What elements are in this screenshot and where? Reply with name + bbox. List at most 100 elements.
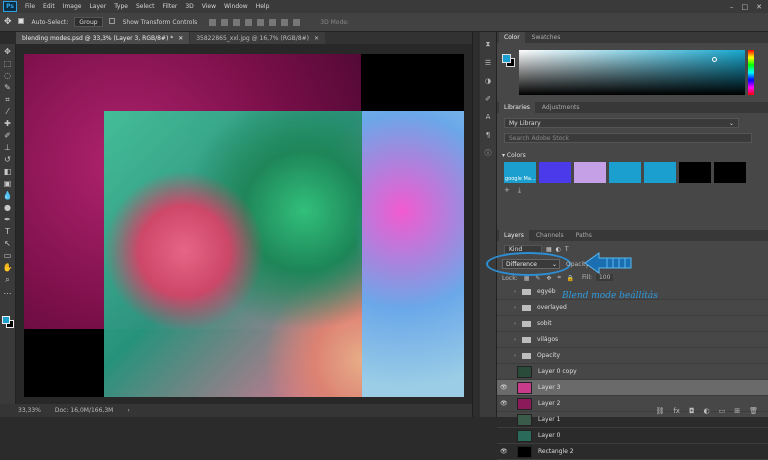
align-left-icon[interactable] <box>245 18 253 26</box>
zoom-tool-icon[interactable]: ⌕ <box>2 274 13 285</box>
character-icon[interactable]: A <box>484 112 493 121</box>
lock-position-icon[interactable]: ✥ <box>546 275 551 282</box>
foreground-color-swatch[interactable] <box>2 316 10 324</box>
library-dropdown[interactable]: My Library ⌄ <box>504 118 739 128</box>
align-bottom-icon[interactable] <box>233 18 241 26</box>
library-swatch[interactable] <box>679 162 711 183</box>
fx-icon[interactable]: fx <box>673 407 680 417</box>
tab-layers[interactable]: Layers <box>499 230 529 241</box>
marquee-tool-icon[interactable]: ⬚ <box>2 58 13 69</box>
eye-icon[interactable]: 👁 <box>500 448 508 455</box>
new-group-icon[interactable]: ▭ <box>719 407 726 417</box>
stamp-tool-icon[interactable]: ⊥ <box>2 142 13 153</box>
filter-pixel-icon[interactable]: ▦ <box>546 246 552 253</box>
hand-tool-icon[interactable]: ✋ <box>2 262 13 273</box>
type-tool-icon[interactable]: T <box>2 226 13 237</box>
layer-row[interactable]: Layer 0 <box>497 428 768 444</box>
blur-tool-icon[interactable]: 💧 <box>2 190 13 201</box>
new-layer-icon[interactable]: ⊞ <box>734 407 740 417</box>
path-select-icon[interactable]: ↖ <box>2 238 13 249</box>
expand-arrow-icon[interactable]: › <box>514 321 522 327</box>
layer-row[interactable]: Layer 0 copy <box>497 364 768 380</box>
quick-select-tool-icon[interactable]: ✎ <box>2 82 13 93</box>
distribute-h-icon[interactable] <box>293 18 301 26</box>
history-brush-icon[interactable]: ↺ <box>2 154 13 165</box>
tab-color[interactable]: Color <box>499 32 525 43</box>
eye-icon[interactable]: 👁 <box>500 384 508 391</box>
close-icon[interactable]: ✕ <box>756 3 762 11</box>
align-right-icon[interactable] <box>269 18 277 26</box>
eye-icon[interactable]: 👁 <box>500 400 508 407</box>
info-icon[interactable]: ⓘ <box>484 148 493 157</box>
menu-select[interactable]: Select <box>132 3 159 10</box>
layer-group-row[interactable]: › Opacity <box>497 348 768 364</box>
transform-controls-checkbox[interactable] <box>108 18 117 26</box>
expand-arrow-icon[interactable]: › <box>514 289 522 295</box>
mask-icon[interactable]: ◘ <box>689 407 695 417</box>
menu-image[interactable]: Image <box>59 3 86 10</box>
layer-group-row[interactable]: › sobit <box>497 316 768 332</box>
auto-select-checkbox[interactable] <box>17 18 26 26</box>
maximize-icon[interactable]: □ <box>742 3 749 11</box>
minimize-icon[interactable]: – <box>730 3 734 11</box>
distribute-icon[interactable] <box>281 18 289 26</box>
library-swatch[interactable] <box>714 162 746 183</box>
foreground-color-swatch[interactable] <box>502 54 511 63</box>
color-picker-cursor[interactable] <box>712 57 717 62</box>
library-swatch[interactable] <box>644 162 676 183</box>
add-content-icon[interactable]: + <box>504 186 510 195</box>
zoom-level[interactable]: 33,33% <box>18 407 41 414</box>
filter-adjust-icon[interactable]: ◐ <box>556 246 561 253</box>
menu-file[interactable]: File <box>21 3 39 10</box>
document-canvas[interactable] <box>24 54 464 397</box>
library-swatch[interactable] <box>609 162 641 183</box>
drag-add-icon[interactable]: ⤓ <box>518 186 521 195</box>
tab-paths[interactable]: Paths <box>571 230 597 241</box>
align-middle-icon[interactable] <box>221 18 229 26</box>
library-swatch[interactable] <box>574 162 606 183</box>
colors-section-label[interactable]: ▾ Colors <box>502 152 526 159</box>
pen-tool-icon[interactable]: ✒ <box>2 214 13 225</box>
align-center-icon[interactable] <box>257 18 265 26</box>
move-tool-icon[interactable]: ✥ <box>4 17 12 27</box>
link-layers-icon[interactable]: ⛓ <box>655 407 664 417</box>
shape-tool-icon[interactable]: ▭ <box>2 250 13 261</box>
lock-pixels-icon[interactable]: ▦ <box>524 275 530 282</box>
layer-group-row[interactable]: › világos <box>497 332 768 348</box>
lock-all-icon[interactable]: 🔒 <box>567 275 574 282</box>
layer-row[interactable]: 👁 Layer 3 <box>497 380 768 396</box>
stock-search-input[interactable]: Search Adobe Stock <box>504 133 752 143</box>
tab-channels[interactable]: Channels <box>531 230 569 241</box>
crop-tool-icon[interactable]: ⌗ <box>2 94 13 105</box>
fill-value[interactable]: 100 <box>595 274 614 281</box>
expand-arrow-icon[interactable]: › <box>514 337 522 343</box>
eraser-tool-icon[interactable]: ◧ <box>2 166 13 177</box>
tab-adjustments[interactable]: Adjustments <box>537 102 585 113</box>
adjustments-icon[interactable]: ◑ <box>484 76 493 85</box>
layer-group-row[interactable]: › overlayed <box>497 300 768 316</box>
adjustment-layer-icon[interactable]: ◐ <box>704 407 710 417</box>
menu-window[interactable]: Window <box>220 3 252 10</box>
lasso-tool-icon[interactable]: ◌ <box>2 70 13 81</box>
brush-settings-icon[interactable]: ✐ <box>484 94 493 103</box>
status-arrow-icon[interactable]: › <box>127 407 129 414</box>
layer-row[interactable]: 👁 Rectangle 2 <box>497 444 768 460</box>
menu-edit[interactable]: Edit <box>39 3 59 10</box>
menu-layer[interactable]: Layer <box>85 3 110 10</box>
eyedropper-tool-icon[interactable]: ⁄ <box>2 106 13 117</box>
canvas-area[interactable] <box>16 44 472 404</box>
lock-paint-icon[interactable]: ✎ <box>535 275 540 282</box>
menu-filter[interactable]: Filter <box>159 3 182 10</box>
hue-slider[interactable] <box>748 50 754 95</box>
properties-icon[interactable]: ☰ <box>484 58 493 67</box>
library-swatch[interactable]: google Ma... <box>504 162 536 183</box>
move-tool-icon[interactable]: ✥ <box>2 46 13 57</box>
tab-stock-image[interactable]: 35822865_xxl.jpg @ 16,7% (RGB/8#) ✕ <box>190 32 326 44</box>
menu-view[interactable]: View <box>198 3 220 10</box>
menu-help[interactable]: Help <box>252 3 274 10</box>
close-tab-icon[interactable]: ✕ <box>314 35 319 42</box>
expand-arrow-icon[interactable]: › <box>514 305 522 311</box>
more-tools-icon[interactable]: … <box>2 286 13 297</box>
close-tab-icon[interactable]: ✕ <box>178 35 183 42</box>
history-icon[interactable]: ⧗ <box>484 40 493 49</box>
